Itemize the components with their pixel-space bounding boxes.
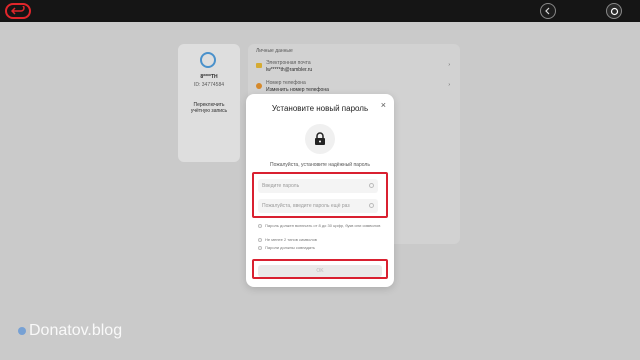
- rule-item: Пароль должен включать от 8 до 30 цифр, …: [258, 223, 382, 228]
- eye-icon[interactable]: [369, 203, 374, 208]
- confirm-password-input[interactable]: Пожалуйста, введите пароль ещё раз: [258, 199, 378, 213]
- top-bar: [0, 0, 640, 22]
- password-fields-group: Введите пароль Пожалуйста, введите парол…: [252, 172, 388, 218]
- chevron-left-icon: [545, 7, 550, 15]
- ok-button-highlight: OK: [252, 259, 388, 279]
- check-circle-icon: [258, 238, 262, 242]
- watermark: Donatov.blog: [18, 322, 122, 340]
- rule-text: Не менее 2 типов символов: [265, 237, 317, 242]
- rule-item: Не менее 2 типов символов: [258, 237, 382, 242]
- password-placeholder: Введите пароль: [262, 183, 300, 189]
- lock-icon: [315, 132, 325, 145]
- refresh-button[interactable]: [606, 3, 622, 19]
- confirm-placeholder: Пожалуйста, введите пароль ещё раз: [262, 203, 350, 209]
- refresh-icon: [610, 7, 618, 15]
- back-arrow-icon: [11, 6, 25, 15]
- rule-item: Пароли должны совпадать: [258, 245, 382, 250]
- lock-badge: [305, 124, 335, 154]
- rule-text: Пароль должен включать от 8 до 30 цифр, …: [265, 223, 381, 228]
- password-input[interactable]: Введите пароль: [258, 179, 378, 193]
- ok-button[interactable]: OK: [258, 265, 382, 277]
- rule-text: Пароли должны совпадать: [265, 245, 315, 250]
- watermark-text: Donatov.blog: [29, 322, 123, 339]
- dialog-title: Установите новый пароль: [271, 104, 369, 113]
- set-password-dialog: Установите новый пароль × Пожалуйста, ус…: [246, 94, 394, 287]
- password-hint: Пожалуйста, установите надёжный пароль: [270, 162, 370, 168]
- chevron-left-button[interactable]: [540, 3, 556, 19]
- back-button[interactable]: [5, 3, 31, 19]
- watermark-logo-icon: [18, 327, 26, 335]
- eye-icon[interactable]: [369, 183, 374, 188]
- check-circle-icon: [258, 224, 262, 228]
- close-icon[interactable]: ×: [381, 100, 386, 110]
- check-circle-icon: [258, 246, 262, 250]
